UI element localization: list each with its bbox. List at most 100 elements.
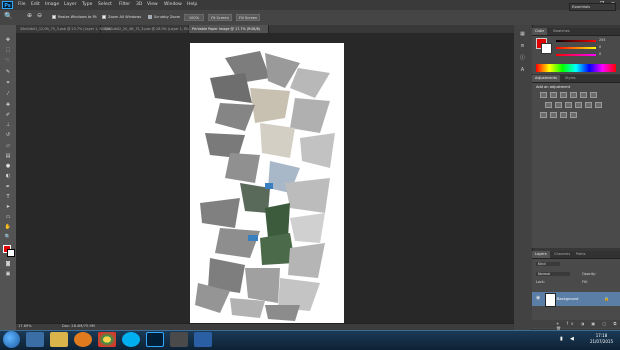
- zoom-tool-panel-icon[interactable]: 🔍: [4, 233, 12, 241]
- properties-panel-icon[interactable]: ≡: [518, 42, 527, 50]
- hue-saturation-icon[interactable]: [590, 92, 597, 98]
- zoom-in-icon[interactable]: ⊕: [27, 12, 32, 19]
- zoom-100-button[interactable]: 100%: [184, 14, 204, 21]
- app-taskbar-icon[interactable]: [170, 332, 188, 347]
- tab-document-2[interactable]: 3SeSdb02_20_4ft_75_3.psb @ 28.9% (Layer …: [101, 25, 196, 33]
- quick-select-tool-icon[interactable]: ✎: [4, 68, 12, 76]
- selective-color-icon[interactable]: [570, 112, 577, 118]
- workspace-select[interactable]: Essentials: [569, 3, 616, 11]
- color-lookup-icon[interactable]: [585, 102, 592, 108]
- blend-mode-select[interactable]: Normal: [536, 272, 570, 276]
- menu-view[interactable]: View: [147, 1, 158, 9]
- menu-image[interactable]: Image: [45, 1, 59, 9]
- fit-screen-button[interactable]: Fit Screen: [208, 14, 232, 21]
- color-spectrum-ramp[interactable]: [536, 64, 616, 72]
- media-player-icon[interactable]: [74, 332, 92, 347]
- network-icon[interactable]: ▮: [560, 336, 563, 342]
- menu-window[interactable]: Window: [164, 1, 182, 9]
- screen-mode-icon[interactable]: ▣: [4, 270, 12, 278]
- tab-layers[interactable]: Layers: [532, 251, 550, 258]
- menu-help[interactable]: Help: [187, 1, 197, 9]
- menu-layer[interactable]: Layer: [64, 1, 77, 9]
- path-select-tool-icon[interactable]: ➤: [4, 203, 12, 211]
- type-tool-icon[interactable]: T: [4, 193, 12, 201]
- zoom-all-checkbox[interactable]: Zoom All Windows: [102, 14, 141, 21]
- healing-brush-tool-icon[interactable]: ✚: [4, 101, 12, 109]
- red-value[interactable]: 255: [599, 38, 605, 42]
- pinned-taskbar-icon[interactable]: [194, 332, 212, 347]
- curves-icon[interactable]: [560, 92, 567, 98]
- crop-tool-icon[interactable]: ⌗: [4, 79, 12, 87]
- history-panel-icon[interactable]: ▦: [518, 30, 527, 38]
- invert-icon[interactable]: [595, 102, 602, 108]
- layer-name[interactable]: Background: [557, 297, 578, 301]
- visibility-eye-icon[interactable]: ◉: [536, 295, 540, 301]
- hand-tool-icon[interactable]: ✋: [4, 223, 12, 231]
- dodge-tool-icon[interactable]: ◐: [4, 172, 12, 180]
- threshold-icon[interactable]: [550, 112, 557, 118]
- blur-tool-icon[interactable]: ●: [4, 162, 12, 170]
- brush-tool-icon[interactable]: ✐: [4, 111, 12, 119]
- layer-filter-kind[interactable]: Kind: [536, 262, 560, 266]
- zoom-level[interactable]: 17.69%: [18, 324, 32, 328]
- blue-value[interactable]: 0: [599, 52, 601, 56]
- tab-document-1[interactable]: 3SeSdb01_12.0ft_75_3.psb @ 23.7% (Layer …: [17, 25, 111, 33]
- gradient-map-icon[interactable]: [560, 112, 567, 118]
- eraser-tool-icon[interactable]: ▱: [4, 142, 12, 150]
- photoshop-taskbar-icon[interactable]: [146, 332, 164, 347]
- volume-icon[interactable]: ◀: [570, 336, 574, 342]
- vibrance-icon[interactable]: [580, 92, 587, 98]
- tab-color[interactable]: Color: [532, 28, 548, 35]
- tab-channels[interactable]: Channels: [551, 251, 573, 258]
- background-color-swatch[interactable]: [7, 249, 15, 257]
- green-slider[interactable]: [556, 47, 596, 49]
- exposure-icon[interactable]: [570, 92, 577, 98]
- menu-type[interactable]: Type: [82, 1, 92, 9]
- photo-filter-icon[interactable]: [565, 102, 572, 108]
- blue-slider[interactable]: [556, 54, 596, 56]
- tab-swatches[interactable]: Swatches: [550, 28, 573, 35]
- resize-windows-checkbox[interactable]: Resize Windows to Fit: [52, 14, 97, 21]
- menu-3d[interactable]: 3D: [136, 1, 142, 9]
- gradient-tool-icon[interactable]: ▤: [4, 152, 12, 160]
- bg-color-swatch[interactable]: [541, 43, 552, 54]
- history-brush-tool-icon[interactable]: ↺: [4, 131, 12, 139]
- levels-icon[interactable]: [550, 92, 557, 98]
- chrome-browser-icon[interactable]: [98, 332, 116, 347]
- zoom-out-icon[interactable]: ⊖: [37, 12, 42, 19]
- menu-select[interactable]: Select: [98, 1, 112, 9]
- pen-tool-icon[interactable]: ✒: [4, 183, 12, 191]
- info-panel-icon[interactable]: ⓘ: [518, 54, 527, 62]
- menu-file[interactable]: File: [18, 1, 26, 9]
- menu-edit[interactable]: Edit: [31, 1, 40, 9]
- posterize-icon[interactable]: [540, 112, 547, 118]
- zoom-tool-icon[interactable]: 🔍: [4, 12, 13, 20]
- taskbar-clock[interactable]: 17:18 21/07/2015: [585, 333, 618, 347]
- red-slider[interactable]: [556, 40, 596, 42]
- tab-adjustments[interactable]: Adjustments: [532, 75, 560, 82]
- shape-tool-icon[interactable]: ▭: [4, 213, 12, 221]
- brightness-contrast-icon[interactable]: [540, 92, 547, 98]
- start-button[interactable]: [3, 331, 20, 348]
- menu-filter[interactable]: Filter: [119, 1, 130, 9]
- tab-paths[interactable]: Paths: [573, 251, 589, 258]
- clone-stamp-tool-icon[interactable]: ⊥: [4, 121, 12, 129]
- black-white-icon[interactable]: [555, 102, 562, 108]
- tab-document-3[interactable]: Printable Paper Image @ 17.7% (RGB/8): [189, 25, 269, 33]
- scrubby-zoom-checkbox[interactable]: Scrubby Zoom: [148, 14, 180, 21]
- tab-styles[interactable]: Styles: [562, 75, 579, 82]
- fill-screen-button[interactable]: Fill Screen: [236, 14, 260, 21]
- channel-mixer-icon[interactable]: [575, 102, 582, 108]
- marquee-tool-icon[interactable]: ⬚: [4, 46, 12, 54]
- file-explorer-icon[interactable]: [50, 332, 68, 347]
- green-value[interactable]: 0: [599, 45, 601, 49]
- color-balance-icon[interactable]: [545, 102, 552, 108]
- ie-browser-icon[interactable]: [26, 332, 44, 347]
- lasso-tool-icon[interactable]: ➰: [4, 57, 12, 65]
- eyedropper-tool-icon[interactable]: ⁄: [4, 90, 12, 98]
- character-panel-icon[interactable]: A: [518, 66, 527, 74]
- quick-mask-icon[interactable]: ◙: [4, 260, 12, 268]
- skype-icon[interactable]: [122, 332, 140, 347]
- move-tool-icon[interactable]: ✥: [4, 36, 12, 44]
- document-canvas[interactable]: [190, 43, 344, 323]
